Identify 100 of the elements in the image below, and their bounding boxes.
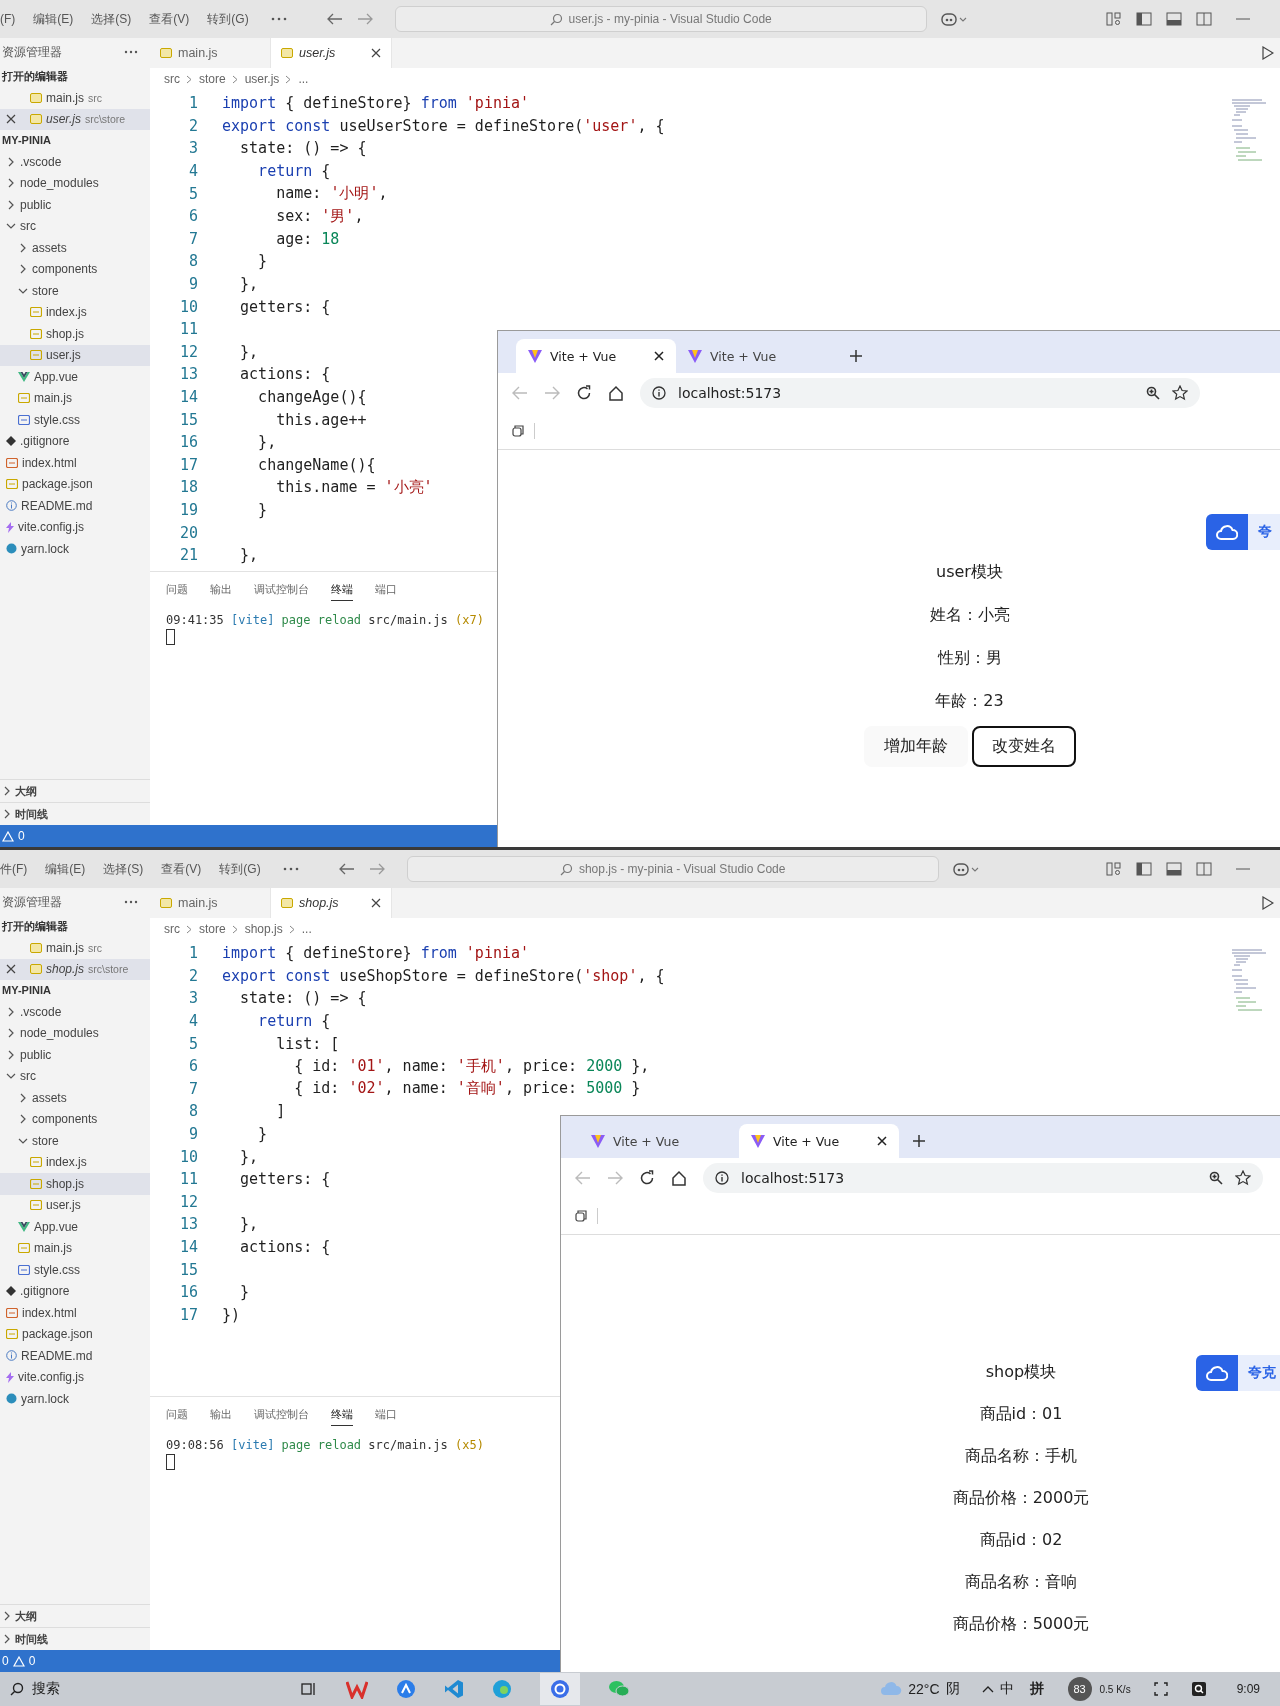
tree-item[interactable]: index.html xyxy=(0,452,150,474)
home-icon[interactable] xyxy=(671,1170,687,1186)
new-tab-icon[interactable] xyxy=(850,350,862,362)
breadcrumb-item[interactable]: store xyxy=(199,922,226,936)
command-center[interactable]: shop.js - my-pinia - Visual Studio Code xyxy=(406,856,939,882)
tree-item[interactable]: public xyxy=(0,1044,150,1066)
input-method[interactable]: 拼 xyxy=(1029,1680,1044,1698)
info-icon[interactable] xyxy=(652,386,666,400)
warning-count[interactable]: 0 xyxy=(18,829,25,843)
breadcrumb-item[interactable]: user.js xyxy=(244,72,280,86)
cloud-widget[interactable]: 夸克 xyxy=(1196,1355,1280,1391)
app-icon[interactable] xyxy=(396,1679,416,1699)
tree-item[interactable]: node_modules xyxy=(0,172,150,194)
panel-tab[interactable]: 终端 xyxy=(331,1407,353,1426)
sidebar-toggle-icon[interactable] xyxy=(1136,12,1152,26)
panel-tab[interactable]: 输出 xyxy=(210,1407,232,1426)
panel-tab[interactable]: 端口 xyxy=(375,1407,397,1426)
split-icon[interactable] xyxy=(1196,862,1212,876)
taskbar-search[interactable]: 搜索 xyxy=(0,1680,270,1698)
tree-item[interactable]: components xyxy=(0,1108,150,1130)
menu-item[interactable]: 编辑(E) xyxy=(45,860,86,878)
tree-item[interactable]: App.vue xyxy=(0,366,150,388)
tree-item[interactable]: index.html xyxy=(0,1302,150,1324)
address-bar[interactable]: localhost:5173 xyxy=(703,1163,1263,1193)
tree-item[interactable]: main.js xyxy=(0,1237,150,1259)
sidebar-toggle-icon[interactable] xyxy=(1136,862,1152,876)
browser-tab[interactable]: Vite + Vue xyxy=(676,339,836,373)
menu-item[interactable]: 件(F) xyxy=(0,860,28,878)
panel-tab[interactable]: 输出 xyxy=(210,582,232,601)
breadcrumb-item[interactable]: ... xyxy=(301,922,312,936)
new-tab-icon[interactable] xyxy=(913,1135,925,1147)
tree-item[interactable]: store xyxy=(0,280,150,302)
menu-item[interactable]: 编辑(E) xyxy=(33,10,74,28)
tree-item[interactable]: .gitignore xyxy=(0,1280,150,1302)
panel-toggle-icon[interactable] xyxy=(1166,12,1182,26)
reload-icon[interactable] xyxy=(639,1170,655,1186)
browser-tab[interactable]: Vite + Vue xyxy=(516,339,676,373)
more-icon[interactable] xyxy=(282,867,299,871)
w-logo-icon[interactable] xyxy=(346,1679,368,1699)
tree-item[interactable]: node_modules xyxy=(0,1022,150,1044)
panel-toggle-icon[interactable] xyxy=(1166,862,1182,876)
tree-item[interactable]: user.js xyxy=(0,344,150,366)
screenshot-icon[interactable] xyxy=(1152,1681,1169,1697)
home-icon[interactable] xyxy=(608,385,624,401)
browser-tab[interactable]: Vite + Vue xyxy=(739,1124,899,1158)
search-icon[interactable] xyxy=(1190,1681,1207,1697)
tree-item[interactable]: vite.config.js xyxy=(0,1366,150,1388)
tree-item[interactable]: .vscode xyxy=(0,1001,150,1023)
clock-time[interactable]: 9:09 xyxy=(1236,1682,1260,1696)
panel-tab[interactable]: 调试控制台 xyxy=(254,582,309,601)
panel-tab[interactable]: 问题 xyxy=(166,582,188,601)
zoom-icon[interactable] xyxy=(1209,1171,1223,1185)
tree-item[interactable]: .gitignore xyxy=(0,430,150,452)
section-header[interactable]: MY-PINIA xyxy=(0,130,150,151)
close-icon[interactable] xyxy=(371,898,381,908)
tab-groups-icon[interactable] xyxy=(575,1210,587,1222)
more-icon[interactable] xyxy=(124,900,138,904)
run-icon[interactable] xyxy=(1262,46,1274,60)
warning-icon[interactable] xyxy=(2,830,14,842)
more-icon[interactable] xyxy=(270,17,287,21)
panel-tab[interactable]: 调试控制台 xyxy=(254,1407,309,1426)
chevron-up-icon[interactable] xyxy=(981,1685,994,1693)
star-icon[interactable] xyxy=(1172,385,1188,401)
tree-item[interactable]: public xyxy=(0,194,150,216)
editor-tab[interactable]: shop.js xyxy=(271,888,392,918)
tree-item[interactable]: vite.config.js xyxy=(0,516,150,538)
more-icon[interactable] xyxy=(124,50,138,54)
tree-item[interactable]: README.md xyxy=(0,1345,150,1367)
info-icon[interactable] xyxy=(715,1171,729,1185)
tree-item[interactable]: components xyxy=(0,258,150,280)
open-editor-item[interactable]: main.js src xyxy=(0,87,150,109)
tree-item[interactable]: README.md xyxy=(0,495,150,517)
copilot-icon[interactable] xyxy=(940,11,967,27)
layout-icon[interactable] xyxy=(1106,12,1122,26)
open-editor-item[interactable]: user.js src\store xyxy=(0,108,150,130)
reload-icon[interactable] xyxy=(576,385,592,401)
panel-tab[interactable]: 问题 xyxy=(166,1407,188,1426)
panel-tab[interactable]: 端口 xyxy=(375,582,397,601)
tree-item[interactable]: src xyxy=(0,215,150,237)
input-mode[interactable]: 中 xyxy=(999,1680,1014,1698)
close-icon[interactable] xyxy=(877,1136,887,1146)
tree-item[interactable]: style.css xyxy=(0,409,150,431)
zoom-icon[interactable] xyxy=(1146,386,1160,400)
tree-item[interactable]: assets xyxy=(0,237,150,259)
tree-item[interactable]: package.json xyxy=(0,473,150,495)
menu-item[interactable]: 选择(S) xyxy=(91,10,132,28)
section-header[interactable]: 打开的编辑器 xyxy=(0,66,150,87)
tree-item[interactable]: store xyxy=(0,1130,150,1152)
tree-item[interactable]: package.json xyxy=(0,1323,150,1345)
warning-icon[interactable] xyxy=(12,1655,25,1667)
menu-item[interactable]: 选择(S) xyxy=(103,860,144,878)
menu-item[interactable]: (F) xyxy=(0,12,16,26)
breadcrumb-item[interactable]: store xyxy=(199,72,226,86)
tree-item[interactable]: App.vue xyxy=(0,1216,150,1238)
address-bar[interactable]: localhost:5173 xyxy=(640,378,1200,408)
back-arrow-icon[interactable] xyxy=(326,13,343,25)
error-count[interactable]: 0 xyxy=(2,1654,9,1668)
open-editor-item[interactable]: shop.js src\store xyxy=(0,958,150,980)
active-app-icon[interactable] xyxy=(540,1673,580,1705)
page-button[interactable]: 改变姓名 xyxy=(971,726,1076,767)
